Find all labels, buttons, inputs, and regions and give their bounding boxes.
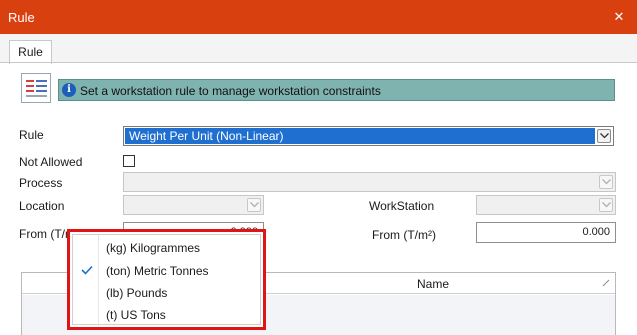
unit-option-kg[interactable]: (kg) Kilogrammes	[73, 237, 262, 259]
unit-option-label: (lb) Pounds	[106, 286, 168, 300]
from-right-label: From (T/m²)	[372, 228, 436, 242]
unit-option-label: (ton) Metric Tonnes	[106, 264, 209, 278]
workstation-label: WorkStation	[369, 199, 435, 213]
tab-rule[interactable]: Rule	[9, 40, 52, 64]
chevron-down-icon[interactable]	[599, 175, 613, 189]
rule-label: Rule	[19, 128, 44, 142]
process-select[interactable]	[123, 172, 616, 192]
column-resize-icon	[602, 279, 610, 287]
close-icon[interactable]: ✕	[612, 10, 626, 24]
info-icon: i	[62, 83, 76, 97]
tab-strip: Rule	[0, 34, 637, 64]
unit-option-label: (kg) Kilogrammes	[106, 241, 201, 255]
column-header-name[interactable]: Name	[417, 277, 449, 291]
unit-option-lb[interactable]: (lb) Pounds	[73, 282, 262, 304]
unit-option-ton[interactable]: (ton) Metric Tonnes	[73, 260, 262, 282]
chevron-down-icon[interactable]	[247, 198, 261, 212]
tab-divider	[0, 62, 637, 63]
from-right-input[interactable]: 0.000	[476, 222, 616, 243]
rules-list-icon	[21, 73, 51, 103]
unit-option-us-tons[interactable]: (t) US Tons	[73, 304, 262, 326]
workstation-select[interactable]	[476, 195, 616, 215]
not-allowed-label: Not Allowed	[19, 155, 83, 169]
title-bar: Rule ✕	[0, 0, 637, 34]
window-title: Rule	[8, 10, 35, 25]
unit-option-label: (t) US Tons	[106, 308, 166, 322]
rule-select-value: Weight Per Unit (Non-Linear)	[125, 128, 595, 144]
checkmark-icon	[81, 265, 93, 275]
info-banner: i Set a workstation rule to manage works…	[58, 79, 615, 101]
location-label: Location	[19, 199, 65, 213]
info-text: Set a workstation rule to manage worksta…	[80, 84, 381, 98]
unit-dropdown-highlight: (kg) Kilogrammes (ton) Metric Tonnes (lb…	[67, 229, 266, 330]
unit-dropdown-list: (kg) Kilogrammes (ton) Metric Tonnes (lb…	[72, 234, 262, 326]
process-label: Process	[19, 176, 63, 190]
chevron-down-icon[interactable]	[599, 198, 613, 212]
not-allowed-checkbox[interactable]	[123, 155, 135, 167]
location-select[interactable]	[123, 195, 264, 215]
rule-select[interactable]: Weight Per Unit (Non-Linear)	[123, 126, 614, 146]
chevron-down-icon[interactable]	[597, 129, 611, 143]
